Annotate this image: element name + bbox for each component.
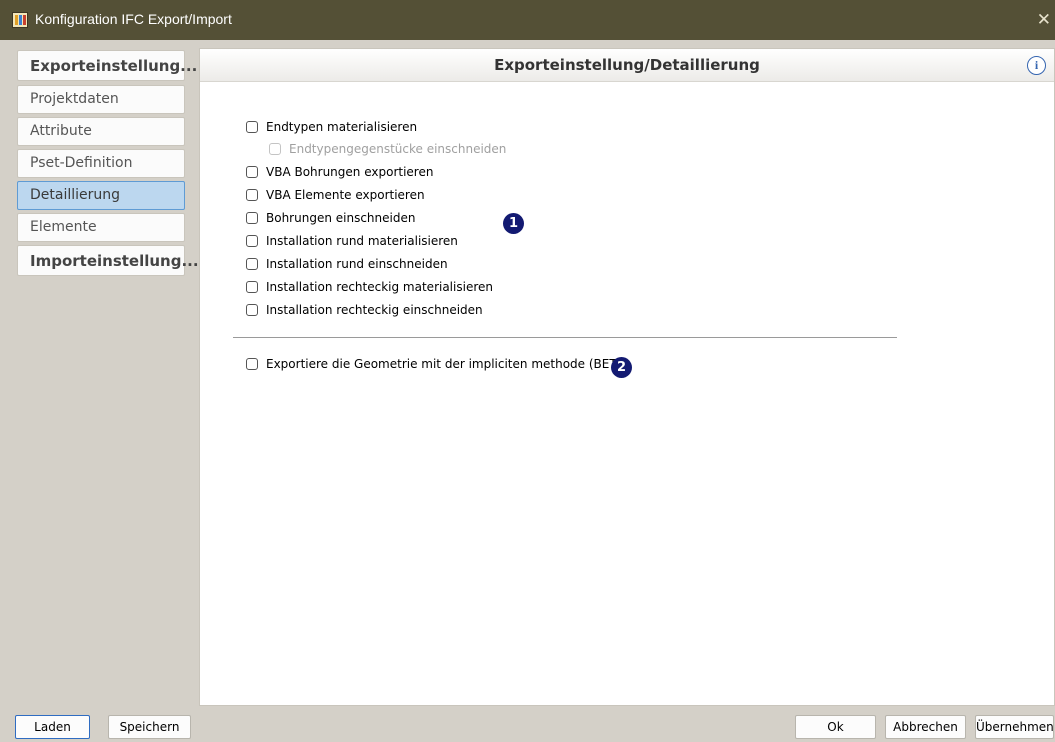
sidebar-item-detaillierung[interactable]: Detaillierung <box>17 181 185 210</box>
checkbox[interactable] <box>246 281 258 293</box>
option-label: Installation rund materialisieren <box>266 234 458 248</box>
sidebar-item-importeinstellung[interactable]: Importeinstellung... <box>17 245 199 276</box>
annotation-badge-1: 1 <box>503 213 524 234</box>
annotation-badge-2: 2 <box>611 357 632 378</box>
window-titlebar[interactable]: Konfiguration IFC Export/Import ✕ <box>0 0 1055 40</box>
page-title: Exporteinstellung/Detaillierung <box>494 56 760 74</box>
option-label: Installation rechteckig materialisieren <box>266 280 493 294</box>
apply-button[interactable]: Übernehmen <box>975 715 1054 739</box>
option-label: VBA Bohrungen exportieren <box>266 165 434 179</box>
sidebar-item-elemente[interactable]: Elemente <box>17 213 185 242</box>
option-label: VBA Elemente exportieren <box>266 188 425 202</box>
checkbox[interactable] <box>246 189 258 201</box>
info-icon[interactable]: i <box>1027 56 1046 75</box>
checkbox[interactable] <box>246 166 258 178</box>
sidebar-nav: Exporteinstellung... Projektdaten Attrib… <box>0 40 199 700</box>
ok-button[interactable]: Ok <box>795 715 876 739</box>
save-button[interactable]: Speichern <box>108 715 191 739</box>
load-button[interactable]: Laden <box>15 715 90 739</box>
panel-header: Exporteinstellung/Detaillierung i <box>200 49 1054 82</box>
sidebar-item-exporteinstellung[interactable]: Exporteinstellung... <box>17 50 197 81</box>
settings-panel: Exporteinstellung/Detaillierung i Endtyp… <box>199 48 1055 706</box>
window-title: Konfiguration IFC Export/Import <box>35 11 232 27</box>
option-label: Endtypengegenstücke einschneiden <box>289 142 507 156</box>
checkbox[interactable] <box>246 212 258 224</box>
checkbox[interactable] <box>246 358 258 370</box>
option-label: Bohrungen einschneiden <box>266 211 416 225</box>
close-icon[interactable]: ✕ <box>1037 10 1051 30</box>
checkbox[interactable] <box>246 304 258 316</box>
cancel-button[interactable]: Abbrechen <box>885 715 966 739</box>
option-label: Installation rund einschneiden <box>266 257 448 271</box>
section-divider <box>233 337 897 338</box>
checkbox[interactable] <box>246 235 258 247</box>
app-logo-icon <box>12 12 28 28</box>
sidebar-item-projektdaten[interactable]: Projektdaten <box>17 85 185 114</box>
option-label: Installation rechteckig einschneiden <box>266 303 483 317</box>
checkbox[interactable] <box>246 258 258 270</box>
sidebar-item-attribute[interactable]: Attribute <box>17 117 185 146</box>
sidebar-item-pset-definition[interactable]: Pset-Definition <box>17 149 185 178</box>
checkbox[interactable] <box>246 121 258 133</box>
option-label: Endtypen materialisieren <box>266 120 418 134</box>
option-label: Exportiere die Geometrie mit der implici… <box>266 357 629 371</box>
checkbox <box>269 143 281 155</box>
